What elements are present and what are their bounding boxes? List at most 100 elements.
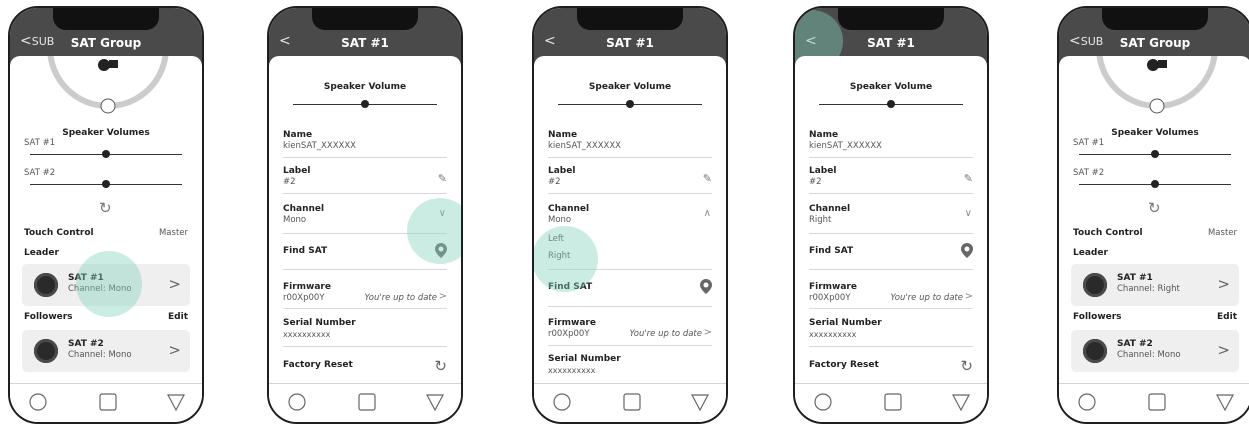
divider (809, 193, 973, 194)
speaker-avatar-icon (34, 273, 58, 297)
triangle-icon[interactable] (166, 392, 186, 412)
pencil-icon[interactable]: ✎ (703, 172, 712, 185)
volume-knob[interactable] (361, 100, 369, 108)
speaker-volume-label: Speaker Volume (323, 82, 407, 92)
home-circle-icon[interactable] (28, 392, 48, 412)
triangle-icon[interactable] (1215, 392, 1235, 412)
firmware-status[interactable]: You're up to date (891, 293, 964, 303)
follower-card[interactable]: SAT #2 Channel: Mono > (22, 330, 190, 372)
triangle-icon[interactable] (690, 392, 710, 412)
speaker-icon (1147, 59, 1167, 71)
square-icon[interactable] (98, 392, 118, 412)
home-circle-icon[interactable] (287, 392, 307, 412)
speaker-volumes-label: Speaker Volumes (62, 128, 150, 138)
bottom-nav (534, 383, 726, 422)
content-area: Speaker Volume Name kienSAT_XXXXXX Label… (269, 56, 461, 384)
firmware-status[interactable]: You're up to date (365, 293, 438, 303)
serial-number-value: xxxxxxxxxx (809, 330, 857, 339)
divider (809, 346, 973, 347)
content-area: Speaker Volume Name kienSAT_XXXXXX Label… (795, 56, 987, 384)
sat2-volume-label: SAT #2 (24, 168, 56, 178)
speaker-avatar-icon (1083, 339, 1107, 363)
edit-followers-button[interactable]: Edit (168, 312, 188, 322)
firmware-status[interactable]: You're up to date (630, 329, 703, 339)
speaker-volumes-label: Speaker Volumes (1111, 128, 1199, 138)
phone-screen-sat-group: <SUB SAT Group Speaker Volumes SAT #1 SA… (8, 6, 204, 424)
name-label: Name (809, 130, 839, 140)
follower-card-channel: Channel: Mono (1117, 350, 1181, 360)
refresh-icon[interactable]: ↻ (99, 199, 112, 217)
home-circle-icon[interactable] (1077, 392, 1097, 412)
volume-knob[interactable] (626, 100, 634, 108)
chevron-right-icon: > (438, 291, 447, 302)
touch-indicator (76, 251, 142, 317)
follower-card[interactable]: SAT #2 Channel: Mono > (1071, 330, 1239, 372)
sat2-volume-knob[interactable] (102, 180, 110, 188)
channel-label: Channel (548, 204, 590, 214)
sat1-volume-label: SAT #1 (24, 138, 56, 148)
divider (809, 233, 973, 234)
sat1-volume-knob[interactable] (1151, 150, 1159, 158)
refresh-icon[interactable]: ↻ (1148, 199, 1161, 217)
chevron-down-icon[interactable]: ∨ (965, 208, 972, 219)
divider (809, 308, 973, 309)
divider (283, 193, 447, 194)
phone-notch (838, 8, 944, 30)
reset-icon[interactable]: ↻ (960, 357, 973, 375)
content-area: Speaker Volume Name kienSAT_XXXXXX Label… (534, 56, 726, 384)
square-icon[interactable] (357, 392, 377, 412)
factory-reset-label: Factory Reset (809, 360, 879, 370)
touch-control-value[interactable]: Master (159, 228, 188, 238)
leader-card-channel: Channel: Right (1117, 284, 1180, 294)
square-icon[interactable] (622, 392, 642, 412)
serial-number-value: xxxxxxxxxx (283, 330, 331, 339)
sat1-volume-label: SAT #1 (1073, 138, 1105, 148)
content-area: Speaker Volumes SAT #1 SAT #2 ↻ Touch Co… (10, 56, 202, 384)
location-pin-icon[interactable] (700, 279, 712, 294)
volume-knob[interactable] (887, 100, 895, 108)
serial-number-label: Serial Number (283, 318, 356, 328)
speaker-volume-label: Speaker Volume (588, 82, 672, 92)
firmware-label: Firmware (809, 282, 857, 292)
label-label: Label (283, 166, 311, 176)
reset-icon[interactable]: ↻ (434, 357, 447, 375)
edit-followers-button[interactable]: Edit (1217, 312, 1237, 322)
serial-number-label: Serial Number (548, 354, 621, 364)
divider (548, 193, 712, 194)
phone-screen-sat-detail: < SAT #1 Speaker Volume Name kienSAT_XXX… (267, 6, 463, 424)
leader-card[interactable]: SAT #1 Channel: Right > (1071, 264, 1239, 306)
divider (283, 269, 447, 270)
phone-screen-sat-channel-open: < SAT #1 Speaker Volume Name kienSAT_XXX… (532, 6, 728, 424)
divider (548, 345, 712, 346)
square-icon[interactable] (883, 392, 903, 412)
pencil-icon[interactable]: ✎ (438, 172, 447, 185)
label-value: #2 (283, 177, 296, 187)
bottom-nav (795, 383, 987, 422)
name-label: Name (283, 130, 313, 140)
triangle-icon[interactable] (951, 392, 971, 412)
divider (283, 308, 447, 309)
sat2-volume-label: SAT #2 (1073, 168, 1105, 178)
square-icon[interactable] (1147, 392, 1167, 412)
channel-label: Channel (809, 204, 851, 214)
page-title: SAT #1 (606, 36, 654, 50)
chevron-right-icon: > (168, 341, 181, 359)
sat1-volume-knob[interactable] (102, 150, 110, 158)
speaker-avatar-icon (34, 339, 58, 363)
touch-control-value[interactable]: Master (1208, 228, 1237, 238)
bottom-nav (1059, 383, 1249, 422)
location-pin-icon[interactable] (961, 243, 973, 258)
home-circle-icon[interactable] (552, 392, 572, 412)
follower-card-name: SAT #2 (1117, 339, 1153, 349)
phone-screen-sat-group-updated: <SUB SAT Group Speaker Volumes SAT #1 SA… (1057, 6, 1249, 424)
home-circle-icon[interactable] (813, 392, 833, 412)
sat2-volume-knob[interactable] (1151, 180, 1159, 188)
chevron-right-icon: > (964, 291, 973, 302)
touch-indicator (534, 226, 598, 292)
chevron-up-icon[interactable]: ∧ (704, 208, 711, 219)
name-value: kienSAT_XXXXXX (548, 141, 621, 151)
divider (809, 157, 973, 158)
triangle-icon[interactable] (425, 392, 445, 412)
serial-number-label: Serial Number (809, 318, 882, 328)
pencil-icon[interactable]: ✎ (964, 172, 973, 185)
